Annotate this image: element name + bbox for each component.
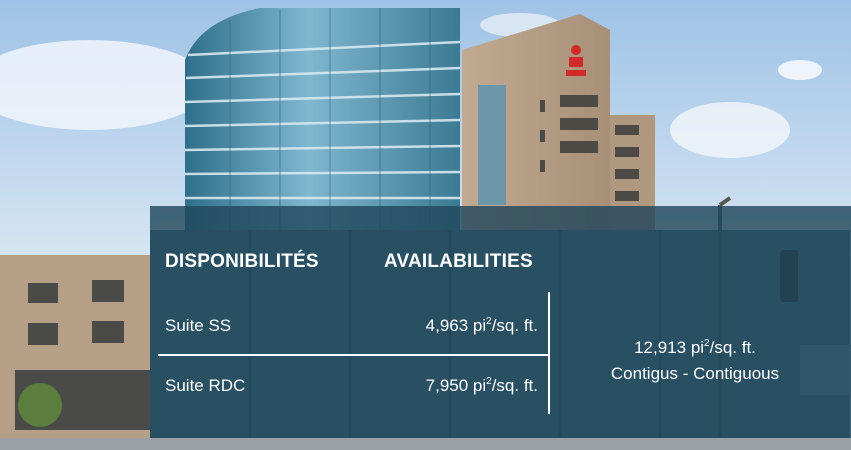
suite-rdc-name: Suite RDC (165, 376, 246, 395)
total-area-value: 12,913 pi2/sq. ft. (634, 338, 756, 357)
row-divider (158, 354, 548, 356)
availability-panel: DISPONIBILITÉS AVAILABILITIES Suite SS 4… (150, 206, 851, 438)
heading-french: DISPONIBILITÉS (165, 251, 319, 272)
suite-rdc-area: 7,950 pi2/sq. ft. (425, 376, 538, 395)
contiguous-note: Contigus - Contiguous (610, 364, 780, 383)
suite-ss-name: Suite SS (165, 316, 232, 335)
column-divider (548, 292, 550, 414)
suite-ss-area: 4,963 pi2/sq. ft. (425, 316, 538, 335)
total-area: 12,913 pi2/sq. ft. Contigus - Contiguous (560, 331, 830, 387)
heading-english: AVAILABILITIES (384, 251, 533, 272)
